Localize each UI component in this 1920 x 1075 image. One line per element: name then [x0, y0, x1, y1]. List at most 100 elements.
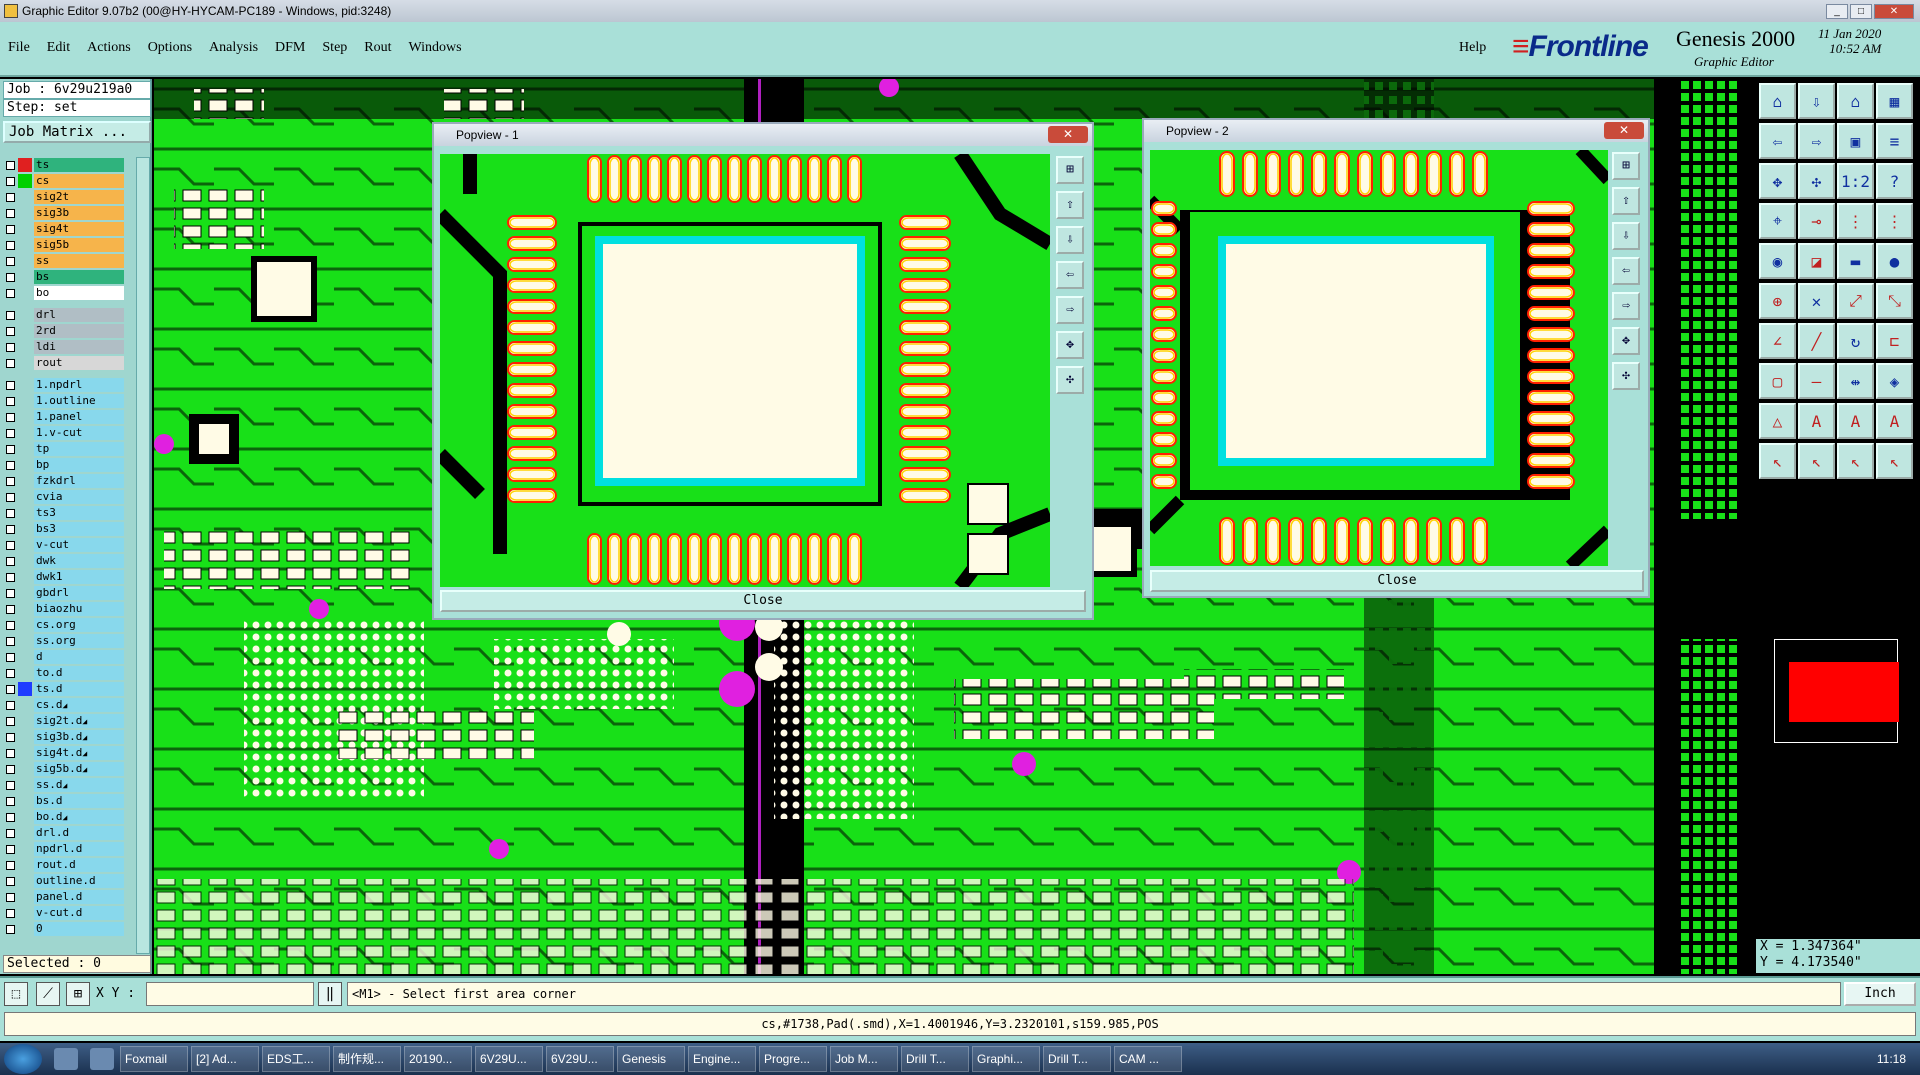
layer-color-swatch[interactable] [18, 270, 32, 284]
layer-row[interactable]: bp [6, 457, 124, 473]
popview-1-up-icon[interactable]: ⇧ [1056, 191, 1084, 219]
layer-color-swatch[interactable] [18, 810, 32, 824]
scale-icon[interactable]: 1:2 [1837, 163, 1874, 199]
taskbar-item[interactable]: 制作规... [333, 1046, 401, 1072]
layer-checkbox[interactable] [6, 764, 15, 774]
popview-2-close-icon[interactable]: ✕ [1604, 122, 1644, 139]
layer-color-swatch[interactable] [18, 730, 32, 744]
layer-color-swatch[interactable] [18, 254, 32, 268]
layer-row[interactable]: sig5b.d◢ [6, 761, 124, 777]
redraw-icon[interactable]: ≡ [1876, 123, 1913, 159]
layer-checkbox[interactable] [6, 892, 15, 902]
layer-checkbox[interactable] [6, 460, 15, 470]
menu-help[interactable]: Help [1459, 40, 1486, 56]
move-feature-icon[interactable]: ⤢ [1837, 283, 1874, 319]
layer-checkbox[interactable] [6, 310, 15, 320]
layer-checkbox[interactable] [6, 620, 15, 630]
layer-color-swatch[interactable] [18, 286, 32, 300]
window-split-icon[interactable]: ▦ [1876, 83, 1913, 119]
arc-icon[interactable]: ↻ [1837, 323, 1874, 359]
taskbar-item[interactable]: Foxmail [120, 1046, 188, 1072]
layer-color-swatch[interactable] [18, 890, 32, 904]
layer-color-swatch[interactable] [18, 308, 32, 322]
layer-row[interactable]: cs.org [6, 617, 124, 633]
layer-row[interactable]: gbdrl [6, 585, 124, 601]
layer-row[interactable]: cs [6, 173, 124, 189]
maximize-icon[interactable]: □ [1850, 3, 1872, 19]
popview-1-close-icon[interactable]: ✕ [1048, 126, 1088, 143]
layer-checkbox[interactable] [6, 812, 15, 822]
layer-color-swatch[interactable] [18, 666, 32, 680]
explorer-icon[interactable] [90, 1048, 114, 1070]
layer-checkbox[interactable] [6, 556, 15, 566]
layer-row[interactable]: 1.outline [6, 393, 124, 409]
layer-row[interactable]: sig3b.d◢ [6, 729, 124, 745]
layer-checkbox[interactable] [6, 288, 15, 298]
taskbar-item[interactable]: 20190... [404, 1046, 472, 1072]
layer-row[interactable]: bo [6, 285, 124, 301]
layer-checkbox[interactable] [6, 428, 15, 438]
layer-checkbox[interactable] [6, 828, 15, 838]
layer-row[interactable]: sig2t [6, 189, 124, 205]
xy-input[interactable] [146, 982, 314, 1006]
taskbar-item[interactable]: CAM ... [1114, 1046, 1182, 1072]
layer-checkbox[interactable] [6, 380, 15, 390]
layer-color-swatch[interactable] [18, 762, 32, 776]
overview-thumbnail[interactable] [1774, 639, 1899, 743]
layer-color-swatch[interactable] [18, 394, 32, 408]
fit-icon[interactable]: ▣ [1837, 123, 1874, 159]
layer-checkbox[interactable] [6, 524, 15, 534]
popview-2-down-icon[interactable]: ⇩ [1612, 222, 1640, 250]
popview-2-pan-icon[interactable]: ✣ [1612, 362, 1640, 390]
unit-selector[interactable]: Inch [1844, 982, 1916, 1006]
menu-options[interactable]: Options [148, 40, 192, 56]
layer-checkbox[interactable] [6, 240, 15, 250]
zoom-home-icon[interactable]: ⌂ [1759, 83, 1796, 119]
layer-row[interactable]: sig2t.d◢ [6, 713, 124, 729]
layer-checkbox[interactable] [6, 716, 15, 726]
add-line-icon[interactable]: ∠ [1759, 323, 1796, 359]
layer-checkbox[interactable] [6, 652, 15, 662]
layer-color-swatch[interactable] [18, 586, 32, 600]
layer-color-swatch[interactable] [18, 458, 32, 472]
layer-row[interactable]: ts [6, 157, 124, 173]
popview-2-up-icon[interactable]: ⇧ [1612, 187, 1640, 215]
layer-checkbox[interactable] [6, 444, 15, 454]
feature-pad-icon[interactable]: ◉ [1759, 243, 1796, 279]
layer-color-swatch[interactable] [18, 906, 32, 920]
layers-alt-icon[interactable]: ⋮ [1876, 203, 1913, 239]
layer-checkbox[interactable] [6, 844, 15, 854]
grid-mode-icon[interactable]: ⊞ [66, 982, 90, 1006]
layer-checkbox[interactable] [6, 604, 15, 614]
layer-row[interactable]: ldi [6, 339, 124, 355]
start-button[interactable] [4, 1044, 42, 1074]
popview-1-pan-icon[interactable]: ✣ [1056, 366, 1084, 394]
layer-checkbox[interactable] [6, 508, 15, 518]
layer-scrollbar[interactable] [136, 157, 150, 954]
feature-line-icon[interactable]: ◪ [1798, 243, 1835, 279]
draw-line-icon[interactable]: ╱ [1798, 323, 1835, 359]
menu-windows[interactable]: Windows [409, 40, 462, 56]
layer-row[interactable]: bs [6, 269, 124, 285]
layer-checkbox[interactable] [6, 358, 15, 368]
layer-checkbox[interactable] [6, 780, 15, 790]
layer-row[interactable]: ss.d◢ [6, 777, 124, 793]
layer-row[interactable]: sig4t [6, 221, 124, 237]
layer-checkbox[interactable] [6, 160, 15, 170]
layer-row[interactable]: cs.d◢ [6, 697, 124, 713]
layer-color-swatch[interactable] [18, 206, 32, 220]
surface-icon[interactable]: ▢ [1759, 363, 1796, 399]
layer-color-swatch[interactable] [18, 538, 32, 552]
taskbar-item[interactable]: 6V29U... [475, 1046, 543, 1072]
menu-dfm[interactable]: DFM [275, 40, 305, 56]
layer-row[interactable]: 0 [6, 921, 124, 937]
layer-checkbox[interactable] [6, 342, 15, 352]
shapes-icon[interactable]: ◈ [1876, 363, 1913, 399]
layer-row[interactable]: sig4t.d◢ [6, 745, 124, 761]
ruler-icon[interactable]: ▬ [1837, 243, 1874, 279]
select-arrow2-icon[interactable]: ↖ [1798, 443, 1835, 479]
layer-color-swatch[interactable] [18, 378, 32, 392]
width-icon[interactable]: ⇹ [1837, 363, 1874, 399]
layer-row[interactable]: rout.d [6, 857, 124, 873]
layer-row[interactable]: sig3b [6, 205, 124, 221]
